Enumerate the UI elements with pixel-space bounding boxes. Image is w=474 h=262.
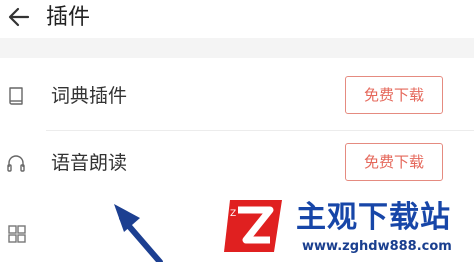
headphones-icon xyxy=(7,155,25,172)
plugin-name: 语音朗读 xyxy=(51,152,128,174)
section-gap xyxy=(0,38,474,58)
plugin-row-dictionary: 词典插件 免费下载 xyxy=(0,65,474,129)
back-arrow-icon[interactable] xyxy=(6,5,32,29)
row-divider xyxy=(46,130,474,131)
plugin-name: 词典插件 xyxy=(51,85,128,107)
free-download-button[interactable]: 免费下载 xyxy=(345,76,443,114)
annotation-arrow xyxy=(114,204,163,262)
watermark-logo: Z xyxy=(224,200,282,252)
book-icon xyxy=(9,87,23,105)
watermark-title: 主观下载站 xyxy=(296,200,451,235)
top-app-bar: 插件 xyxy=(0,0,474,38)
free-download-button[interactable]: 免费下载 xyxy=(345,143,443,181)
plugins-screen: 插件 词典插件 免费下载 语音朗读 免费下载 Z 主观下载站 www.zghdw… xyxy=(0,0,474,262)
grid-icon xyxy=(8,225,26,243)
watermark-logo-letter: Z xyxy=(230,209,236,219)
plugin-row-voice-reading: 语音朗读 免费下载 xyxy=(0,132,474,196)
watermark-url: www.zghdw888.com xyxy=(302,239,452,254)
page-title: 插件 xyxy=(46,5,91,30)
